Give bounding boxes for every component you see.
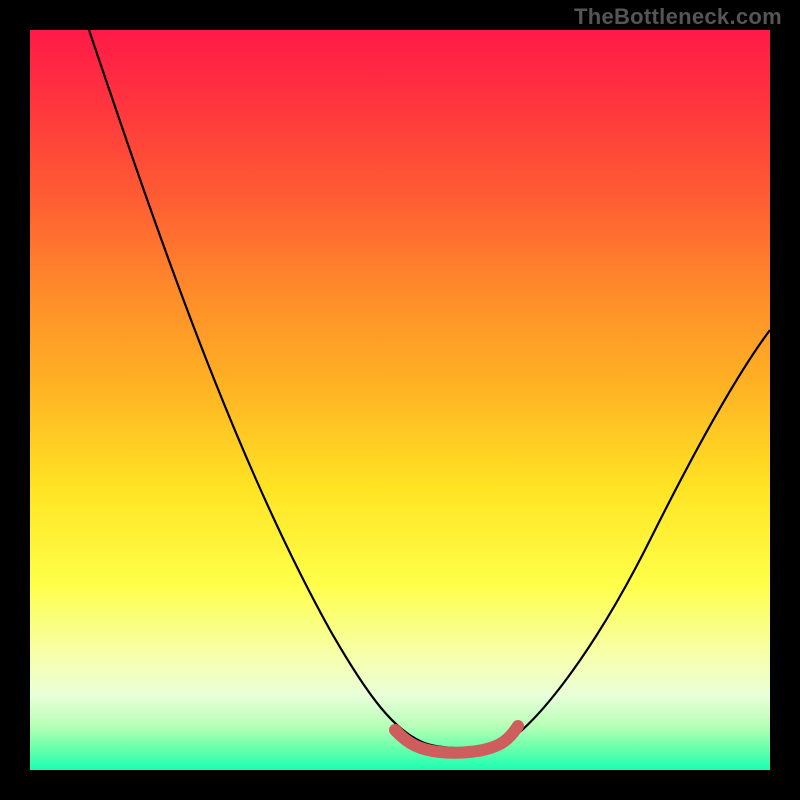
chart-plot-area <box>30 30 770 770</box>
curve-path <box>89 30 770 748</box>
watermark-text: TheBottleneck.com <box>574 4 782 30</box>
optimal-range-marker <box>395 726 518 753</box>
bottleneck-curve <box>30 30 770 770</box>
